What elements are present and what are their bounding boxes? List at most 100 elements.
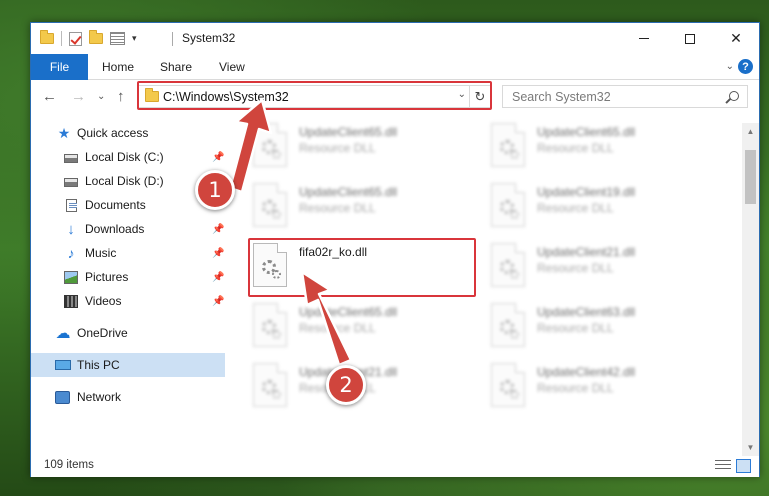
quick-access-toolbar: ▾ bbox=[40, 30, 137, 46]
file-name: UpdateClient65.dll bbox=[299, 305, 398, 319]
file-item[interactable]: UpdateClient21.dll Resource DLL bbox=[253, 360, 481, 412]
sidebar-item-downloads[interactable]: ↓ Downloads 📌 bbox=[31, 217, 225, 241]
dll-file-icon bbox=[253, 183, 287, 227]
dll-file-icon bbox=[491, 183, 525, 227]
music-icon: ♪ bbox=[67, 244, 75, 261]
file-item[interactable]: UpdateClient65.dll Resource DLL bbox=[253, 180, 481, 232]
new-folder-icon[interactable] bbox=[89, 30, 103, 44]
scroll-up-icon[interactable]: ▲ bbox=[742, 123, 759, 140]
sidebar-item-pictures[interactable]: Pictures 📌 bbox=[31, 265, 225, 289]
file-item[interactable]: UpdateClient63.dll Resource DLL bbox=[491, 300, 719, 352]
sidebar-item-label: Pictures bbox=[85, 270, 129, 284]
search-icon bbox=[729, 91, 739, 101]
maximize-button[interactable] bbox=[667, 23, 713, 54]
dll-file-icon bbox=[491, 123, 525, 167]
sidebar-item-local-disk-c[interactable]: Local Disk (C:) 📌 bbox=[31, 145, 225, 169]
details-view-icon[interactable] bbox=[715, 460, 731, 472]
cloud-icon: ☁ bbox=[55, 324, 71, 342]
file-item[interactable]: UpdateClient42.dll Resource DLL bbox=[491, 360, 719, 412]
videos-icon bbox=[64, 294, 78, 308]
gear-icon bbox=[510, 390, 519, 399]
ribbon: File Home Share View ⌄ ? bbox=[31, 54, 759, 80]
tab-view[interactable]: View bbox=[219, 60, 245, 74]
sidebar-item-onedrive[interactable]: ☁ OneDrive bbox=[31, 321, 225, 345]
window-controls: ✕ bbox=[621, 23, 759, 54]
gear-icon bbox=[510, 330, 519, 339]
large-icons-view-icon[interactable] bbox=[736, 459, 751, 473]
recent-locations-button[interactable]: ⌄ bbox=[97, 91, 105, 102]
dll-file-icon bbox=[491, 243, 525, 287]
tab-share[interactable]: Share bbox=[160, 60, 192, 74]
gear-icon bbox=[272, 210, 281, 219]
search-box[interactable]: Search System32 bbox=[502, 85, 748, 108]
pictures-icon bbox=[64, 270, 78, 284]
file-item[interactable]: UpdateClient65.dll Resource DLL bbox=[253, 120, 481, 172]
close-button[interactable]: ✕ bbox=[713, 23, 759, 54]
folder-icon bbox=[40, 30, 54, 44]
properties-icon[interactable] bbox=[110, 32, 125, 45]
dll-file-icon bbox=[253, 123, 287, 167]
scrollbar-thumb[interactable] bbox=[745, 150, 756, 204]
dll-file-icon bbox=[253, 303, 287, 347]
file-highlight bbox=[248, 238, 476, 297]
dll-file-icon bbox=[491, 303, 525, 347]
search-input[interactable]: Search System32 bbox=[512, 90, 611, 104]
sidebar-item-this-pc[interactable]: This PC bbox=[31, 353, 225, 377]
file-type: Resource DLL bbox=[537, 261, 614, 275]
file-item[interactable]: UpdateClient65.dll Resource DLL bbox=[491, 120, 719, 172]
sidebar-item-music[interactable]: ♪ Music 📌 bbox=[31, 241, 225, 265]
tab-file[interactable]: File bbox=[31, 54, 88, 80]
sidebar-item-quick-access[interactable]: ★ Quick access bbox=[31, 121, 225, 145]
properties-check-icon[interactable] bbox=[69, 31, 82, 46]
file-type: Resource DLL bbox=[299, 201, 376, 215]
file-name: UpdateClient42.dll bbox=[537, 365, 636, 379]
pin-icon: 📌 bbox=[212, 151, 225, 163]
disk-icon bbox=[64, 177, 78, 187]
step-badge-1: 1 bbox=[195, 170, 235, 210]
vertical-scrollbar[interactable]: ▲ ▼ bbox=[742, 123, 759, 456]
minimize-icon bbox=[639, 38, 649, 39]
sidebar-item-label: Videos bbox=[85, 294, 122, 308]
expand-ribbon-icon[interactable]: ⌄ bbox=[726, 61, 734, 72]
customize-toolbar-dropdown-icon[interactable]: ▾ bbox=[132, 33, 137, 44]
item-count: 109 items bbox=[44, 459, 94, 471]
sidebar-item-label: Music bbox=[85, 246, 117, 260]
dll-file-icon bbox=[253, 363, 287, 407]
toolbar-divider bbox=[61, 31, 62, 46]
file-name: UpdateClient21.dll bbox=[537, 245, 636, 259]
minimize-button[interactable] bbox=[621, 23, 667, 54]
sidebar-item-label: Local Disk (C:) bbox=[85, 150, 164, 164]
sidebar-item-videos[interactable]: Videos 📌 bbox=[31, 289, 225, 313]
tab-home[interactable]: Home bbox=[102, 60, 134, 74]
sidebar-item-label: Network bbox=[77, 390, 122, 404]
file-item[interactable]: UpdateClient19.dll Resource DLL bbox=[491, 180, 719, 232]
file-type: Resource DLL bbox=[537, 381, 614, 395]
gear-icon bbox=[272, 330, 281, 339]
sidebar-item-label: Downloads bbox=[85, 222, 145, 236]
sidebar-item-label: Local Disk (D:) bbox=[85, 174, 164, 188]
sidebar-item-network[interactable]: Network bbox=[31, 385, 225, 409]
file-item[interactable]: UpdateClient21.dll Resource DLL bbox=[491, 240, 719, 292]
file-type: Resource DLL bbox=[299, 321, 376, 335]
download-icon: ↓ bbox=[67, 220, 75, 238]
file-type: Resource DLL bbox=[537, 201, 614, 215]
star-icon: ★ bbox=[57, 124, 71, 141]
help-icon[interactable]: ? bbox=[738, 59, 753, 74]
sidebar-item-label: This PC bbox=[77, 358, 120, 372]
sidebar-item-label: Quick access bbox=[77, 126, 149, 140]
up-button[interactable]: ↑ bbox=[117, 88, 125, 105]
back-button[interactable]: ← bbox=[42, 88, 57, 105]
file-type: Resource DLL bbox=[537, 321, 614, 335]
scroll-down-icon[interactable]: ▼ bbox=[742, 439, 759, 456]
dll-file-icon bbox=[491, 363, 525, 407]
window-title: System32 bbox=[182, 31, 236, 45]
address-bar-highlight bbox=[137, 81, 492, 110]
gear-icon bbox=[272, 390, 281, 399]
pin-icon: 📌 bbox=[212, 295, 225, 307]
file-type: Resource DLL bbox=[299, 141, 376, 155]
forward-button[interactable]: → bbox=[71, 88, 86, 105]
file-item[interactable]: UpdateClient65.dll Resource DLL bbox=[253, 300, 481, 352]
title-bar: ▾ System32 ✕ bbox=[31, 23, 759, 54]
file-name: UpdateClient19.dll bbox=[537, 185, 636, 199]
computer-icon bbox=[55, 360, 71, 370]
